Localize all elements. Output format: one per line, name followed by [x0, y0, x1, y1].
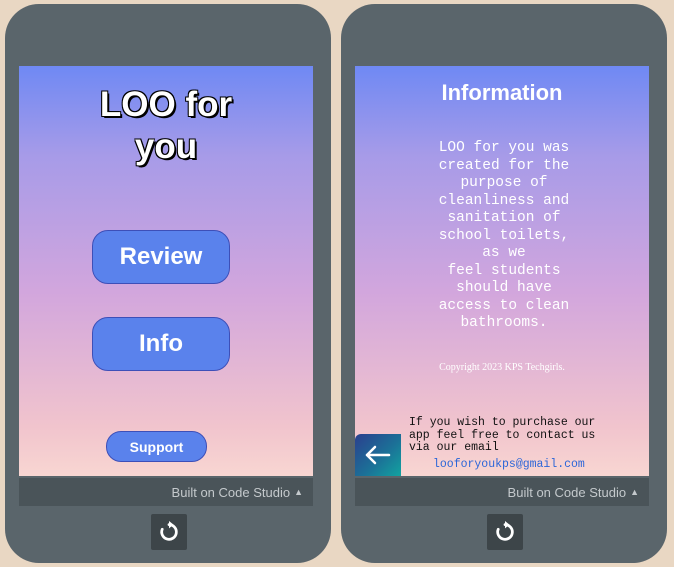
body-line: bathrooms.: [460, 315, 548, 331]
body-line: as we: [482, 245, 526, 261]
footer-label: Built on Code Studio: [507, 484, 627, 500]
body-line: should have: [456, 280, 552, 296]
app-title-line1: LOO for: [99, 85, 233, 124]
copyright-text: Copyright 2023 KPS Techgirls.: [439, 362, 565, 373]
caret-up-icon: ▲: [294, 487, 303, 497]
reset-icon: [160, 521, 178, 541]
phone-frame-right: Information LOO for you was created for …: [341, 4, 667, 563]
app-screen-home: LOO for you Review Info Support: [19, 66, 313, 476]
reset-button[interactable]: [151, 514, 187, 550]
body-line: access to clean: [438, 297, 570, 314]
body-line: cleanliness and: [438, 192, 570, 209]
support-button[interactable]: Support: [106, 431, 207, 462]
caret-up-icon: ▲: [630, 487, 639, 497]
email-link[interactable]: looforyoukps@gmail.com: [433, 458, 585, 471]
body-line: feel students: [447, 262, 561, 279]
phone-frame-left: LOO for you Review Info Support Built on…: [5, 4, 331, 563]
reset-icon: [496, 521, 514, 541]
body-line: purpose of: [460, 175, 548, 191]
contact-line: If you wish to purchase our: [409, 416, 596, 429]
arrow-left-icon: [365, 445, 391, 465]
code-studio-footer[interactable]: Built on Code Studio ▲: [355, 478, 649, 506]
info-button[interactable]: Info: [92, 317, 230, 371]
code-studio-footer[interactable]: Built on Code Studio ▲: [19, 478, 313, 506]
body-line: school toilets,: [438, 227, 570, 244]
back-button[interactable]: [355, 434, 401, 476]
information-body: LOO for you was created for the purpose …: [419, 140, 589, 333]
reset-button[interactable]: [487, 514, 523, 550]
body-line: created for the: [438, 157, 570, 174]
app-screen-information: Information LOO for you was created for …: [355, 66, 649, 476]
review-button[interactable]: Review: [92, 230, 230, 284]
contact-line: via our email: [409, 441, 499, 454]
app-title: LOO for you: [19, 84, 313, 168]
body-line: LOO for you was: [438, 140, 570, 156]
footer-label: Built on Code Studio: [171, 484, 291, 500]
app-title-line2: you: [134, 127, 198, 166]
contact-text: If you wish to purchase our app feel fre…: [409, 416, 639, 455]
information-heading: Information: [441, 80, 563, 105]
body-line: sanitation of: [447, 210, 561, 226]
